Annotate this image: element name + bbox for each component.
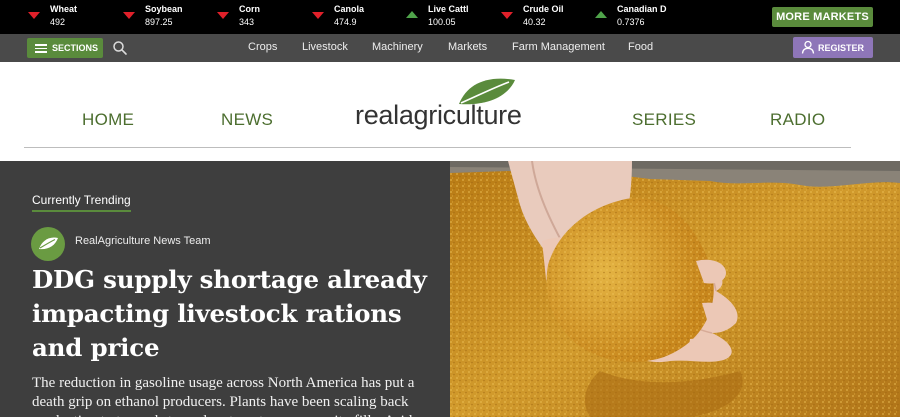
ticker-value: 897.25	[145, 17, 173, 27]
search-icon[interactable]	[112, 40, 128, 56]
hamburger-icon	[35, 44, 47, 53]
main-nav-news[interactable]: NEWS	[221, 110, 273, 130]
leaf-avatar-icon	[39, 237, 58, 250]
main-nav-radio[interactable]: RADIO	[770, 110, 825, 130]
market-ticker: Wheat 492 Soybean 897.25 Corn 343 Canola…	[0, 0, 900, 34]
ticker-name: Live Cattl	[428, 4, 469, 14]
nav-link-food[interactable]: Food	[628, 41, 653, 53]
user-icon	[801, 40, 815, 54]
header-divider	[24, 147, 851, 148]
down-arrow-icon	[217, 12, 229, 19]
ddg-grain-photo	[450, 161, 900, 417]
ticker-value: 343	[239, 17, 255, 27]
nav-link-machinery[interactable]: Machinery	[372, 41, 423, 53]
ticker-name: Soybean	[145, 4, 183, 14]
article-headline[interactable]: DDG supply shortage already impacting li…	[32, 263, 432, 365]
down-arrow-icon	[123, 12, 135, 19]
main-nav-series[interactable]: SERIES	[632, 110, 696, 130]
up-arrow-icon	[595, 11, 607, 18]
ticker-value: 100.05	[428, 17, 456, 27]
ticker-value: 474.9	[334, 17, 357, 27]
down-arrow-icon	[501, 12, 513, 19]
nav-link-markets[interactable]: Markets	[448, 41, 487, 53]
ticker-value: 492	[50, 17, 66, 27]
sections-label: SECTIONS	[52, 43, 99, 53]
top-nav-bar: SECTIONS Crops Livestock Machinery Marke…	[0, 34, 900, 62]
nav-link-crops[interactable]: Crops	[248, 41, 277, 53]
down-arrow-icon	[312, 12, 324, 19]
author-avatar	[31, 227, 65, 261]
ticker-name: Canola	[334, 4, 365, 14]
down-arrow-icon	[28, 12, 40, 19]
featured-article-image[interactable]	[450, 161, 900, 417]
site-logo-text[interactable]: realagriculture	[355, 100, 522, 131]
more-markets-button[interactable]: MORE MARKETS	[772, 7, 873, 27]
up-arrow-icon	[406, 11, 418, 18]
currently-trending-label: Currently Trending	[32, 193, 131, 212]
author-name[interactable]: RealAgriculture News Team	[75, 235, 211, 247]
nav-link-livestock[interactable]: Livestock	[302, 41, 348, 53]
ticker-value: 40.32	[523, 17, 546, 27]
ticker-name: Corn	[239, 4, 260, 14]
sections-button[interactable]: SECTIONS	[27, 38, 103, 58]
site-header: HOME NEWS SERIES RADIO realagriculture	[0, 62, 900, 161]
nav-link-farm-management[interactable]: Farm Management	[512, 41, 605, 53]
ticker-name: Crude Oil	[523, 4, 564, 14]
featured-article-panel: Currently Trending RealAgriculture News …	[0, 161, 450, 417]
ticker-value: 0.7376	[617, 17, 645, 27]
ticker-name: Wheat	[50, 4, 77, 14]
main-nav-home[interactable]: HOME	[82, 110, 134, 130]
article-excerpt: The reduction in gasoline usage across N…	[32, 375, 419, 417]
register-label: REGISTER	[818, 43, 865, 53]
ticker-name: Canadian D	[617, 4, 667, 14]
register-button[interactable]: REGISTER	[793, 37, 873, 58]
